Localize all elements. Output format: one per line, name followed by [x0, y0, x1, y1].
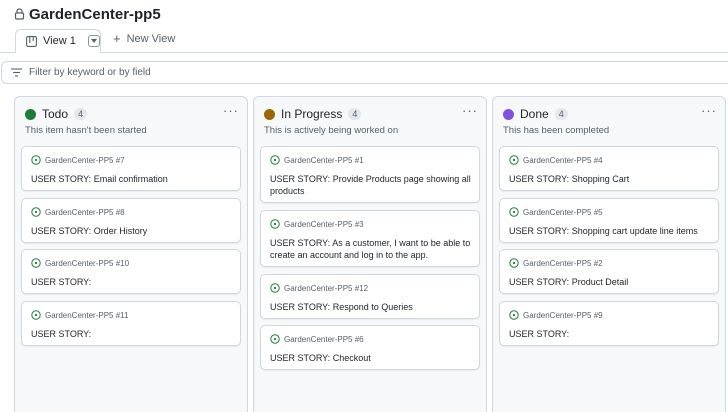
issue-card[interactable]: GardenCenter-PP5 #8 USER STORY: Order Hi…	[21, 198, 241, 243]
new-view-button[interactable]: + New View	[113, 31, 176, 46]
issue-open-icon	[270, 283, 280, 293]
issue-title[interactable]: USER STORY: Product Detail	[509, 276, 710, 288]
issue-open-icon	[509, 310, 519, 320]
status-dot-icon	[264, 108, 275, 120]
column-description: This has been completed	[503, 125, 610, 136]
issue-open-icon	[509, 258, 519, 268]
issue-reference: GardenCenter-PP5 #7	[45, 155, 125, 165]
chevron-down-icon	[90, 39, 97, 43]
issue-title[interactable]: USER STORY: As a customer, I want to be …	[270, 237, 471, 261]
column-menu-button[interactable]: ···	[701, 103, 717, 118]
filter-icon	[11, 68, 22, 77]
column-title: Done	[520, 107, 549, 121]
issue-card[interactable]: GardenCenter-PP5 #4 USER STORY: Shopping…	[499, 146, 719, 191]
item-count-badge: 4	[348, 108, 362, 120]
lock-icon	[14, 8, 25, 20]
issue-title[interactable]: USER STORY:	[31, 276, 232, 288]
column-title: In Progress	[281, 107, 343, 121]
issue-reference: GardenCenter-PP5 #4	[523, 155, 603, 165]
issue-card[interactable]: GardenCenter-PP5 #10 USER STORY:	[21, 249, 241, 294]
issue-reference: GardenCenter-PP5 #11	[45, 310, 129, 320]
issue-title[interactable]: USER STORY: Shopping Cart	[509, 173, 710, 185]
issue-title[interactable]: USER STORY: Order History	[31, 225, 232, 237]
project-header: GardenCenter-pp5	[0, 0, 728, 28]
issue-card[interactable]: GardenCenter-PP5 #12 USER STORY: Respond…	[260, 274, 480, 319]
issue-title[interactable]: USER STORY: Respond to Queries	[270, 301, 471, 313]
status-dot-icon	[25, 108, 36, 120]
issue-reference: GardenCenter-PP5 #2	[523, 258, 603, 268]
issue-reference: GardenCenter-PP5 #9	[523, 310, 603, 320]
issue-title[interactable]: USER STORY:	[509, 328, 710, 340]
project-title: GardenCenter-pp5	[29, 5, 161, 23]
issue-open-icon	[31, 310, 41, 320]
issue-open-icon	[270, 334, 280, 344]
issue-card[interactable]: GardenCenter-PP5 #9 USER STORY:	[499, 301, 719, 346]
item-count-badge: 4	[554, 108, 568, 120]
column-done: Done 4 ··· This has been completed Garde…	[492, 96, 726, 412]
issue-title[interactable]: USER STORY:	[31, 328, 232, 340]
issue-reference: GardenCenter-PP5 #1	[284, 155, 364, 165]
issue-open-icon	[270, 155, 280, 165]
issue-card[interactable]: GardenCenter-PP5 #7 USER STORY: Email co…	[21, 146, 241, 191]
issue-open-icon	[509, 207, 519, 217]
issue-title[interactable]: USER STORY: Checkout	[270, 352, 471, 364]
issue-open-icon	[31, 155, 41, 165]
column-todo: Todo 4 ··· This item hasn't been started…	[14, 96, 248, 412]
table-board-icon	[26, 35, 37, 47]
tab-label: View 1	[43, 35, 76, 47]
issue-card[interactable]: GardenCenter-PP5 #3 USER STORY: As a cus…	[260, 210, 480, 267]
issue-reference: GardenCenter-PP5 #6	[284, 334, 364, 344]
item-count-badge: 4	[74, 108, 88, 120]
issue-reference: GardenCenter-PP5 #5	[523, 207, 603, 217]
column-description: This item hasn't been started	[25, 125, 147, 136]
column-menu-button[interactable]: ···	[223, 103, 239, 118]
issue-reference: GardenCenter-PP5 #8	[45, 207, 125, 217]
status-dot-icon	[503, 108, 514, 120]
issue-reference: GardenCenter-PP5 #3	[284, 219, 364, 229]
issue-reference: GardenCenter-PP5 #10	[45, 258, 130, 268]
tab-view-1[interactable]: View 1	[15, 29, 101, 53]
column-in-progress: In Progress 4 ··· This is actively being…	[253, 96, 487, 412]
filter-input[interactable]: Filter by keyword or by field	[1, 61, 728, 84]
issue-title[interactable]: USER STORY: Email confirmation	[31, 173, 232, 185]
board: Todo 4 ··· This item hasn't been started…	[0, 96, 728, 412]
issue-card[interactable]: GardenCenter-PP5 #2 USER STORY: Product …	[499, 249, 719, 294]
plus-icon: +	[113, 31, 121, 46]
issue-open-icon	[509, 155, 519, 165]
column-title: Todo	[42, 107, 69, 121]
column-description: This is actively being worked on	[264, 125, 399, 136]
issue-card[interactable]: GardenCenter-PP5 #6 USER STORY: Checkout	[260, 325, 480, 370]
filter-placeholder: Filter by keyword or by field	[29, 67, 151, 78]
column-menu-button[interactable]: ···	[462, 103, 478, 118]
issue-card[interactable]: GardenCenter-PP5 #11 USER STORY:	[21, 301, 241, 346]
issue-title[interactable]: USER STORY: Provide Products page showin…	[270, 173, 471, 197]
issue-reference: GardenCenter-PP5 #12	[284, 283, 369, 293]
issue-card[interactable]: GardenCenter-PP5 #5 USER STORY: Shopping…	[499, 198, 719, 243]
view-tabs: View 1 + New View	[0, 28, 728, 53]
issue-open-icon	[31, 207, 41, 217]
issue-card[interactable]: GardenCenter-PP5 #1 USER STORY: Provide …	[260, 146, 480, 203]
issue-open-icon	[31, 258, 41, 268]
issue-title[interactable]: USER STORY: Shopping cart update line it…	[509, 225, 710, 237]
new-view-label: New View	[126, 33, 176, 45]
issue-open-icon	[270, 219, 280, 229]
tab-options-button[interactable]	[87, 35, 100, 47]
